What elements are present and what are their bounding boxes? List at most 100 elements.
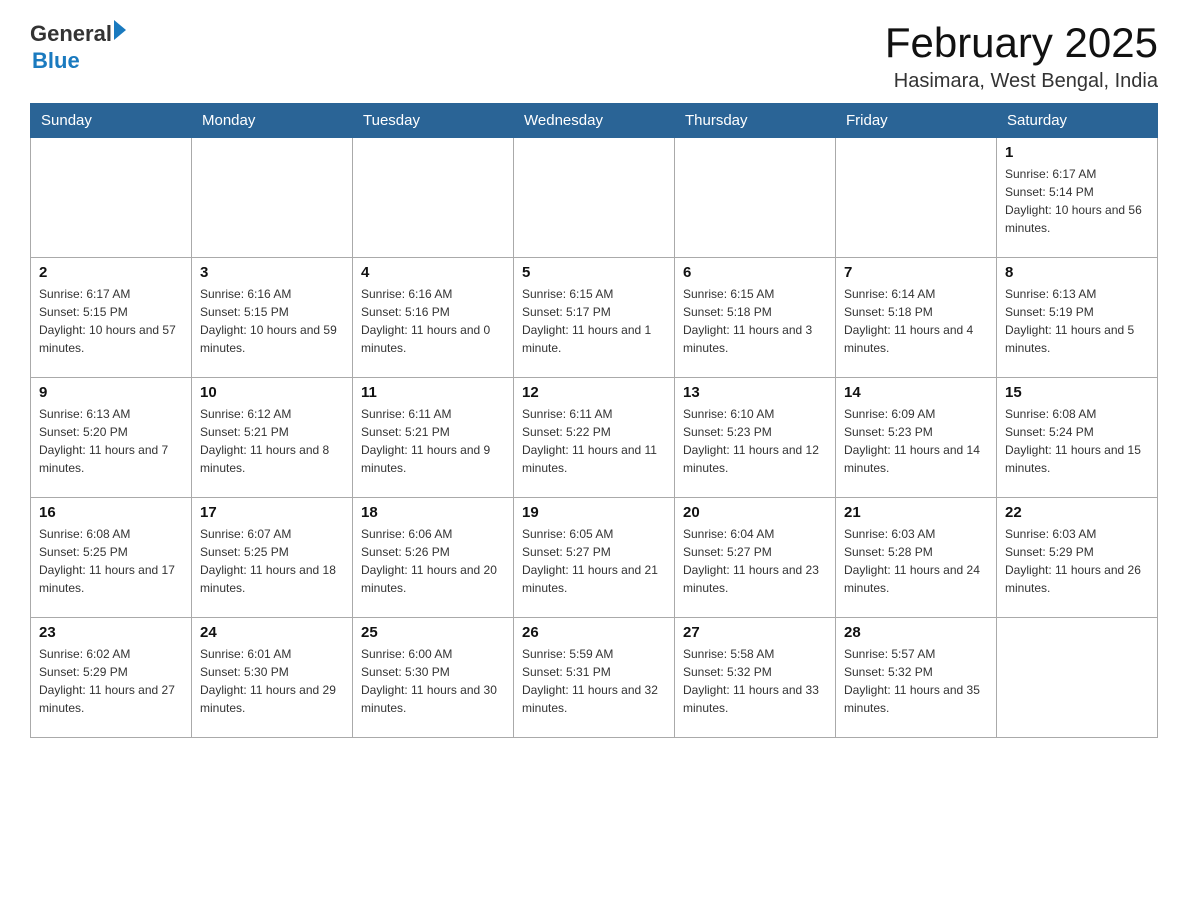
day-info: Sunrise: 6:14 AM Sunset: 5:18 PM Dayligh… [844, 285, 988, 357]
day-number: 6 [683, 264, 827, 281]
calendar-cell: 3 Sunrise: 6:16 AM Sunset: 5:15 PM Daylig… [192, 258, 353, 378]
weekday-header-monday: Monday [192, 104, 353, 138]
page-header: General Blue February 2025 Hasimara, Wes… [30, 20, 1158, 93]
logo-blue-text: Blue [32, 48, 80, 74]
day-number: 18 [361, 504, 505, 521]
calendar-cell: 10 Sunrise: 6:12 AM Sunset: 5:21 PM Dayli… [192, 378, 353, 498]
day-info: Sunrise: 6:03 AM Sunset: 5:29 PM Dayligh… [1005, 525, 1149, 597]
calendar-cell [514, 138, 675, 258]
day-info: Sunrise: 6:15 AM Sunset: 5:17 PM Dayligh… [522, 285, 666, 357]
day-number: 19 [522, 504, 666, 521]
day-number: 14 [844, 384, 988, 401]
day-number: 5 [522, 264, 666, 281]
calendar-cell: 12 Sunrise: 6:11 AM Sunset: 5:22 PM Dayli… [514, 378, 675, 498]
day-number: 4 [361, 264, 505, 281]
calendar-week-row: 1Sunrise: 6:17 AM Sunset: 5:14 PM Daylig… [31, 138, 1158, 258]
day-info: Sunrise: 6:16 AM Sunset: 5:16 PM Dayligh… [361, 285, 505, 357]
day-number: 27 [683, 624, 827, 641]
calendar-cell: 5 Sunrise: 6:15 AM Sunset: 5:17 PM Daylig… [514, 258, 675, 378]
calendar-cell: 19Sunrise: 6:05 AM Sunset: 5:27 PM Dayli… [514, 498, 675, 618]
calendar-week-row: 9 Sunrise: 6:13 AM Sunset: 5:20 PM Daylig… [31, 378, 1158, 498]
day-info: Sunrise: 6:08 AM Sunset: 5:24 PM Dayligh… [1005, 405, 1149, 477]
weekday-header-saturday: Saturday [997, 104, 1158, 138]
day-info: Sunrise: 6:01 AM Sunset: 5:30 PM Dayligh… [200, 645, 344, 717]
day-number: 2 [39, 264, 183, 281]
calendar-cell: 18 Sunrise: 6:06 AM Sunset: 5:26 PM Dayli… [353, 498, 514, 618]
calendar-cell: 15 Sunrise: 6:08 AM Sunset: 5:24 PM Dayli… [997, 378, 1158, 498]
day-number: 23 [39, 624, 183, 641]
day-number: 25 [361, 624, 505, 641]
calendar-cell: 22 Sunrise: 6:03 AM Sunset: 5:29 PM Dayli… [997, 498, 1158, 618]
calendar-cell: 11 Sunrise: 6:11 AM Sunset: 5:21 PM Dayli… [353, 378, 514, 498]
day-info: Sunrise: 6:16 AM Sunset: 5:15 PM Dayligh… [200, 285, 344, 357]
day-info: Sunrise: 5:57 AM Sunset: 5:32 PM Dayligh… [844, 645, 988, 717]
month-title: February 2025 [885, 20, 1158, 66]
day-info: Sunrise: 6:10 AM Sunset: 5:23 PM Dayligh… [683, 405, 827, 477]
day-number: 1 [1005, 144, 1149, 161]
calendar-cell: 25 Sunrise: 6:00 AM Sunset: 5:30 PM Dayli… [353, 618, 514, 738]
weekday-header-tuesday: Tuesday [353, 104, 514, 138]
weekday-header-row: SundayMondayTuesdayWednesdayThursdayFrid… [31, 104, 1158, 138]
calendar-cell: 14 Sunrise: 6:09 AM Sunset: 5:23 PM Dayli… [836, 378, 997, 498]
weekday-header-friday: Friday [836, 104, 997, 138]
day-number: 26 [522, 624, 666, 641]
day-number: 12 [522, 384, 666, 401]
logo-arrow-icon [114, 20, 126, 40]
calendar-cell: 1Sunrise: 6:17 AM Sunset: 5:14 PM Daylig… [997, 138, 1158, 258]
calendar-cell: 8Sunrise: 6:13 AM Sunset: 5:19 PM Daylig… [997, 258, 1158, 378]
title-section: February 2025 Hasimara, West Bengal, Ind… [885, 20, 1158, 93]
weekday-header-thursday: Thursday [675, 104, 836, 138]
calendar-week-row: 23 Sunrise: 6:02 AM Sunset: 5:29 PM Dayli… [31, 618, 1158, 738]
calendar-cell: 24 Sunrise: 6:01 AM Sunset: 5:30 PM Dayli… [192, 618, 353, 738]
calendar-cell: 13 Sunrise: 6:10 AM Sunset: 5:23 PM Dayli… [675, 378, 836, 498]
day-number: 22 [1005, 504, 1149, 521]
day-number: 17 [200, 504, 344, 521]
day-info: Sunrise: 6:13 AM Sunset: 5:20 PM Dayligh… [39, 405, 183, 477]
calendar-cell: 2Sunrise: 6:17 AM Sunset: 5:15 PM Daylig… [31, 258, 192, 378]
day-info: Sunrise: 6:12 AM Sunset: 5:21 PM Dayligh… [200, 405, 344, 477]
day-info: Sunrise: 6:06 AM Sunset: 5:26 PM Dayligh… [361, 525, 505, 597]
calendar-cell: 9 Sunrise: 6:13 AM Sunset: 5:20 PM Daylig… [31, 378, 192, 498]
calendar-cell [192, 138, 353, 258]
day-info: Sunrise: 5:59 AM Sunset: 5:31 PM Dayligh… [522, 645, 666, 717]
day-info: Sunrise: 6:07 AM Sunset: 5:25 PM Dayligh… [200, 525, 344, 597]
day-number: 10 [200, 384, 344, 401]
day-number: 24 [200, 624, 344, 641]
day-info: Sunrise: 5:58 AM Sunset: 5:32 PM Dayligh… [683, 645, 827, 717]
day-info: Sunrise: 6:11 AM Sunset: 5:21 PM Dayligh… [361, 405, 505, 477]
calendar-cell: 7Sunrise: 6:14 AM Sunset: 5:18 PM Daylig… [836, 258, 997, 378]
weekday-header-sunday: Sunday [31, 104, 192, 138]
weekday-header-wednesday: Wednesday [514, 104, 675, 138]
day-info: Sunrise: 6:00 AM Sunset: 5:30 PM Dayligh… [361, 645, 505, 717]
calendar-cell: 4 Sunrise: 6:16 AM Sunset: 5:16 PM Daylig… [353, 258, 514, 378]
calendar-cell: 20Sunrise: 6:04 AM Sunset: 5:27 PM Dayli… [675, 498, 836, 618]
day-number: 8 [1005, 264, 1149, 281]
day-info: Sunrise: 6:08 AM Sunset: 5:25 PM Dayligh… [39, 525, 183, 597]
calendar-cell: 28Sunrise: 5:57 AM Sunset: 5:32 PM Dayli… [836, 618, 997, 738]
day-info: Sunrise: 6:09 AM Sunset: 5:23 PM Dayligh… [844, 405, 988, 477]
calendar-cell: 21 Sunrise: 6:03 AM Sunset: 5:28 PM Dayli… [836, 498, 997, 618]
day-number: 21 [844, 504, 988, 521]
calendar-cell [675, 138, 836, 258]
calendar-cell: 23 Sunrise: 6:02 AM Sunset: 5:29 PM Dayli… [31, 618, 192, 738]
location-title: Hasimara, West Bengal, India [885, 70, 1158, 93]
calendar-table: SundayMondayTuesdayWednesdayThursdayFrid… [30, 103, 1158, 738]
day-info: Sunrise: 6:03 AM Sunset: 5:28 PM Dayligh… [844, 525, 988, 597]
day-info: Sunrise: 6:15 AM Sunset: 5:18 PM Dayligh… [683, 285, 827, 357]
logo-general-text: General [30, 21, 112, 47]
day-number: 15 [1005, 384, 1149, 401]
day-number: 11 [361, 384, 505, 401]
calendar-cell [836, 138, 997, 258]
day-number: 9 [39, 384, 183, 401]
day-info: Sunrise: 6:11 AM Sunset: 5:22 PM Dayligh… [522, 405, 666, 477]
day-number: 13 [683, 384, 827, 401]
calendar-cell: 6 Sunrise: 6:15 AM Sunset: 5:18 PM Daylig… [675, 258, 836, 378]
day-number: 16 [39, 504, 183, 521]
day-number: 3 [200, 264, 344, 281]
logo: General Blue [30, 20, 126, 74]
calendar-cell [353, 138, 514, 258]
day-info: Sunrise: 6:02 AM Sunset: 5:29 PM Dayligh… [39, 645, 183, 717]
calendar-week-row: 16 Sunrise: 6:08 AM Sunset: 5:25 PM Dayli… [31, 498, 1158, 618]
day-info: Sunrise: 6:04 AM Sunset: 5:27 PM Dayligh… [683, 525, 827, 597]
calendar-cell: 17 Sunrise: 6:07 AM Sunset: 5:25 PM Dayli… [192, 498, 353, 618]
